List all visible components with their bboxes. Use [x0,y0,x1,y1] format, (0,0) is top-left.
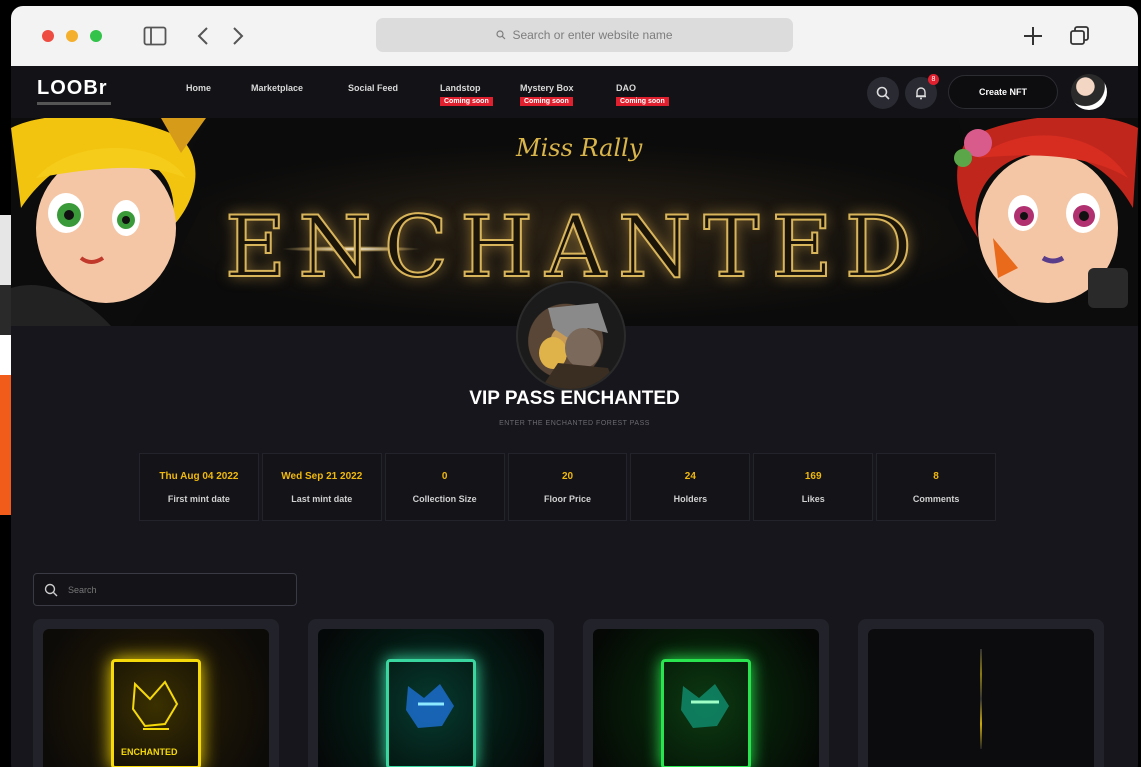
stat-likes: 169 Likes [753,453,874,521]
nav-marketplace[interactable]: Marketplace [251,83,303,93]
nft-image: ENCHANTED [43,629,269,767]
sidebar-toggle-icon[interactable] [141,22,169,50]
stat-label: Comments [912,493,960,504]
address-bar[interactable]: Search or enter website name [376,18,793,52]
banner-signature: Miss Rally [516,134,643,162]
coming-soon-badge: Coming soon [616,97,669,106]
window-controls [42,30,102,42]
close-window-button[interactable] [42,30,54,42]
nav-social-feed[interactable]: Social Feed [348,83,398,93]
fox-character-illustration [131,680,179,730]
address-bar-placeholder: Search or enter website name [512,28,673,42]
search-icon [44,583,58,596]
site-logo[interactable]: LOOBr [37,74,111,105]
stat-first-mint: Thu Aug 04 2022 First mint date [139,453,259,521]
nft-image [593,629,819,767]
fox-character-illustration [406,684,454,728]
nft-card[interactable] [308,619,554,767]
back-icon[interactable] [189,22,217,50]
stat-value: 24 [684,470,696,482]
new-tab-icon[interactable] [1019,22,1047,50]
fox-character-illustration [681,684,729,728]
nav-landstop[interactable]: Landstop [440,83,481,93]
collection-title: VIP PASS ENCHANTED [469,388,680,409]
logo-underline [37,102,111,105]
notifications-button[interactable]: 8 [905,74,939,109]
stat-label: First mint date [167,493,230,504]
screen: Search or enter website name LOOBr Home … [0,0,1141,767]
search-placeholder: Search [68,584,97,595]
stat-label: Collection Size [412,493,477,504]
stat-value: 0 [441,470,448,482]
stat-label: Floor Price [544,493,592,504]
search-icon [876,86,890,100]
tab-overview-icon[interactable] [1066,22,1094,50]
glitter-streak [980,649,982,749]
browser-window: Search or enter website name LOOBr Home … [11,6,1138,767]
nav-search-button[interactable] [867,77,899,109]
stat-value: Wed Sep 21 2022 [281,470,363,482]
nft-image [868,629,1094,767]
nav-mystery-box[interactable]: Mystery Box [520,83,574,93]
create-nft-button[interactable]: Create NFT [948,75,1058,109]
nft-card[interactable] [583,619,829,767]
nft-image [318,629,544,767]
coming-soon-badge: Coming soon [440,97,493,106]
notification-badge: 8 [928,74,939,85]
coming-soon-badge: Coming soon [520,97,573,106]
site-navbar: LOOBr Home Marketplace Social Feed Lands… [11,66,1138,118]
stat-floor-price: 20 Floor Price [507,453,628,521]
stat-value: 169 [804,470,822,482]
stat-label: Last mint date [291,493,353,504]
nav-home[interactable]: Home [186,83,211,93]
stat-label: Holders [673,493,708,504]
nav-dao[interactable]: DAO [616,83,636,93]
collection-avatar [516,281,626,391]
stat-value: Thu Aug 04 2022 [159,470,239,482]
collection-subtitle: ENTER THE ENCHANTED FOREST PASS [499,420,650,427]
stat-collection-size: 0 Collection Size [384,453,505,521]
logo-text: LOOBr [37,77,108,99]
forward-icon[interactable] [224,22,252,50]
stat-value: 8 [933,470,939,482]
nft-card[interactable]: ENCHANTED [33,619,279,767]
minimize-window-button[interactable] [66,30,78,42]
stat-holders: 24 Holders [630,453,751,521]
nft-search-input[interactable]: Search [33,573,297,606]
browser-toolbar: Search or enter website name [11,6,1138,66]
search-icon [496,30,506,40]
bell-icon [916,87,926,100]
stat-label: Likes [801,493,825,504]
zoom-window-button[interactable] [90,30,102,42]
stat-last-mint: Wed Sep 21 2022 Last mint date [261,453,382,521]
nft-card[interactable] [858,619,1104,767]
user-avatar[interactable] [1071,74,1107,110]
stat-comments: 8 Comments [876,453,997,521]
stat-value: 20 [561,470,574,482]
nft-card-title: ENCHANTED [121,747,178,757]
nft-grid: ENCHANTED [33,619,1113,767]
collection-stats: Thu Aug 04 2022 First mint date Wed Sep … [139,453,999,521]
